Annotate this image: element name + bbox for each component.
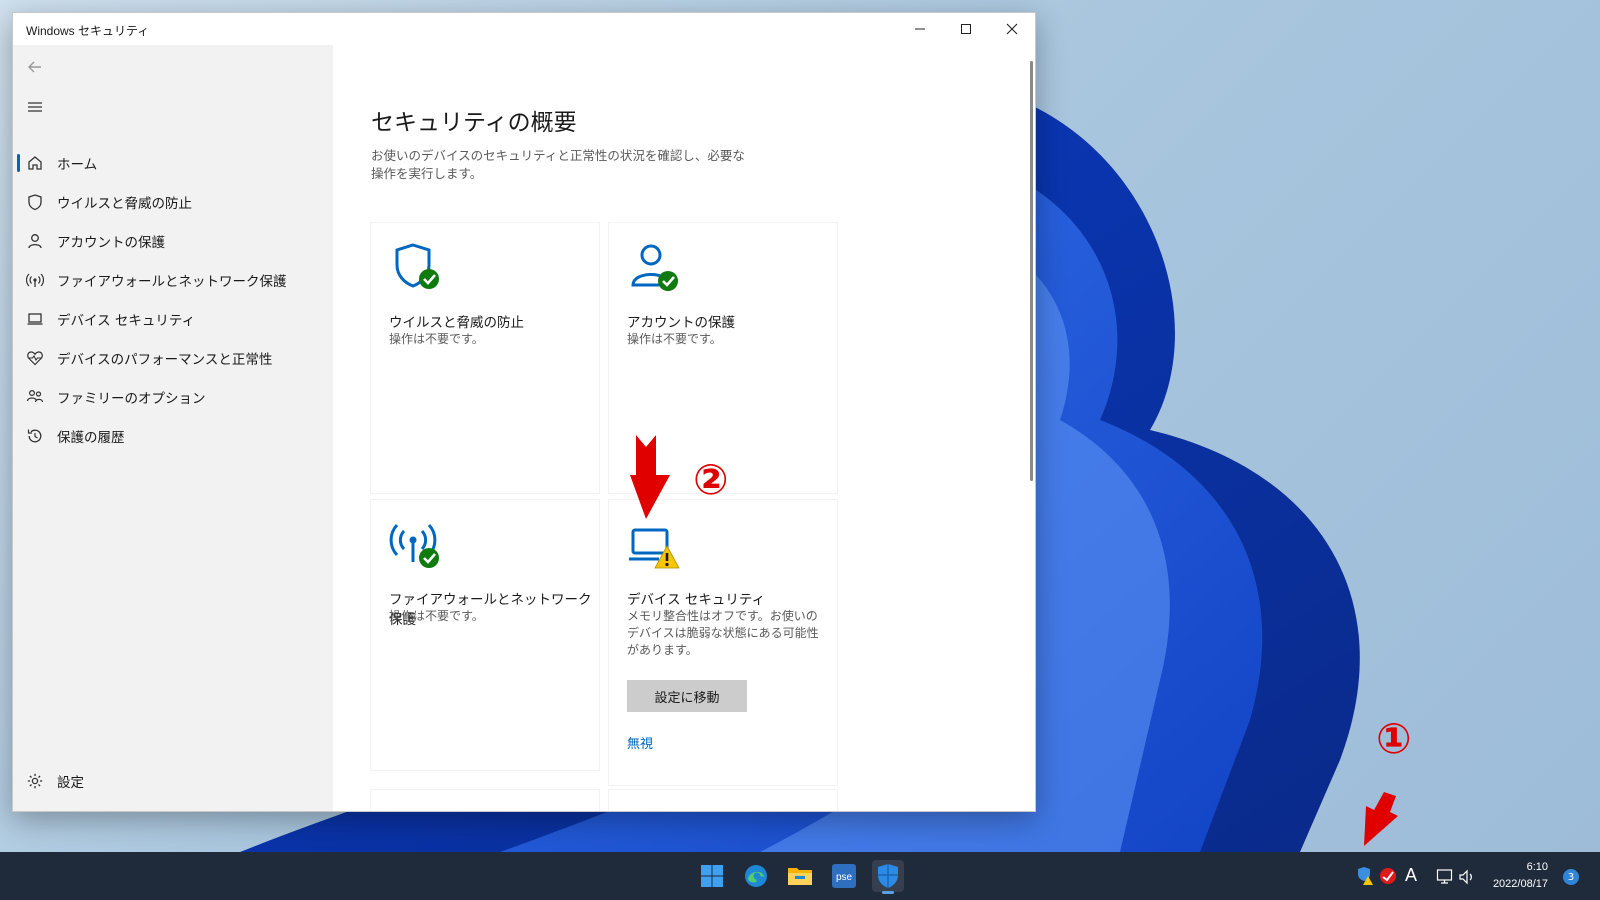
annotation-arrow-icon (1364, 792, 1398, 846)
laptop-icon (25, 309, 45, 329)
family-icon (25, 387, 45, 407)
antenna-icon (25, 270, 45, 290)
title-bar: Windows セキュリティ (13, 13, 1035, 45)
card-status: メモリ整合性はオフです。お使いのデバイスは脆弱な状態にある可能性があります。 (627, 609, 819, 657)
family-person-icon (627, 808, 683, 812)
scrollbar[interactable] (1030, 61, 1033, 481)
sidebar-item-label: デバイス セキュリティ (57, 313, 196, 329)
main-content: セキュリティの概要 お使いのデバイスのセキュリティと正常性の状況を確認し、必要な… (333, 45, 1035, 811)
windows-security-icon (878, 864, 898, 888)
sidebar-item-home[interactable]: ホーム (17, 145, 327, 181)
tray-security-warning-icon[interactable] (1356, 866, 1374, 886)
page-title: セキュリティの概要 (371, 110, 577, 136)
history-icon (25, 426, 45, 446)
clock-time: 6:10 (1526, 861, 1548, 873)
file-explorer-icon (788, 868, 812, 885)
close-icon (1006, 23, 1018, 35)
card-family-options[interactable] (609, 790, 837, 812)
card-status: 操作は不要です。 (389, 609, 484, 623)
start-button[interactable] (696, 860, 728, 892)
volume-icon[interactable] (1458, 868, 1476, 886)
annotation-arrow-down-icon (630, 435, 670, 519)
minimize-button[interactable] (897, 13, 943, 45)
hamburger-icon (28, 102, 42, 112)
card-title: アカウントの保護 (627, 315, 735, 331)
card-status: 操作は不要です。 (627, 332, 722, 346)
sidebar-item-label: アカウントの保護 (57, 235, 165, 251)
antenna-check-icon (389, 523, 439, 568)
shield-check-icon (395, 243, 439, 289)
card-device-performance[interactable] (371, 790, 599, 812)
sidebar-item-device-security[interactable]: デバイス セキュリティ (17, 301, 327, 337)
annotation-step-1: ① (1376, 714, 1412, 763)
edge-icon (745, 865, 767, 887)
card-status: 操作は不要です。 (389, 332, 484, 346)
shield-icon (25, 192, 45, 212)
sidebar-item-family-options[interactable]: ファミリーのオプション (17, 379, 327, 415)
annotation-step-2: ② (693, 455, 729, 504)
gear-icon (25, 771, 45, 791)
maximize-button[interactable] (943, 13, 989, 45)
sidebar-item-device-performance[interactable]: デバイスのパフォーマンスと正常性 (17, 340, 327, 376)
ignore-link[interactable]: 無視 (627, 733, 653, 752)
card-firewall[interactable]: ファイアウォールとネットワーク保護 操作は不要です。 (371, 500, 599, 770)
taskbar: pse A 6:10 2022/08/17 3 (0, 852, 1600, 900)
clock-date: 2022/08/17 (1492, 878, 1548, 890)
notification-badge[interactable]: 3 (1563, 869, 1579, 885)
svg-text:pse: pse (836, 872, 853, 883)
menu-button[interactable] (23, 95, 47, 119)
heart-icon (389, 808, 445, 812)
window-title: Windows セキュリティ (26, 24, 150, 38)
taskbar-photoshop-elements[interactable]: pse (828, 860, 860, 892)
card-virus-protection[interactable]: ウイルスと脅威の防止 操作は不要です。 (371, 223, 599, 493)
sidebar-item-label: ホーム (57, 157, 98, 173)
sidebar-item-virus-protection[interactable]: ウイルスと脅威の防止 (17, 184, 327, 220)
go-to-settings-button[interactable]: 設定に移動 (627, 680, 747, 712)
windows-security-window: Windows セキュリティ ホーム ウイルスと脅威の防止 アカウントの保護 フ… (12, 12, 1036, 812)
sidebar-item-label: デバイスのパフォーマンスと正常性 (57, 352, 273, 368)
photoshop-elements-icon: pse (832, 864, 856, 888)
back-button[interactable] (23, 55, 47, 79)
taskbar-windows-security[interactable] (872, 860, 904, 894)
taskbar-edge[interactable] (740, 860, 772, 892)
taskbar-file-explorer[interactable] (784, 860, 816, 892)
back-arrow-icon (28, 61, 41, 73)
sidebar-item-protection-history[interactable]: 保護の履歴 (17, 418, 327, 454)
laptop-warning-icon (629, 528, 680, 569)
sidebar: ホーム ウイルスと脅威の防止 アカウントの保護 ファイアウォールとネットワーク保… (13, 45, 333, 811)
maximize-icon (961, 24, 971, 34)
ime-indicator[interactable]: A (1405, 865, 1417, 886)
sidebar-item-account-protection[interactable]: アカウントの保護 (17, 223, 327, 259)
card-title: デバイス セキュリティ (627, 592, 766, 608)
sidebar-item-firewall[interactable]: ファイアウォールとネットワーク保護 (17, 262, 327, 298)
sidebar-item-label: ファミリーのオプション (57, 391, 206, 407)
person-icon (25, 231, 45, 251)
page-description: お使いのデバイスのセキュリティと正常性の状況を確認し、必要な操作を実行します。 (371, 148, 745, 181)
network-icon[interactable] (1436, 868, 1456, 886)
person-check-icon (631, 244, 678, 291)
minimize-icon (915, 28, 925, 30)
card-device-security[interactable]: デバイス セキュリティ メモリ整合性はオフです。お使いのデバイスは脆弱な状態にあ… (609, 500, 837, 785)
sidebar-item-label: 保護の履歴 (57, 430, 125, 446)
card-title: ウイルスと脅威の防止 (389, 315, 524, 331)
heart-pulse-icon (25, 348, 45, 368)
windows-start-icon (701, 865, 723, 887)
settings-label: 設定 (57, 775, 84, 791)
tray-antivirus-icon[interactable] (1378, 866, 1398, 886)
sidebar-item-settings[interactable]: 設定 (17, 763, 327, 799)
sidebar-item-label: ファイアウォールとネットワーク保護 (57, 274, 287, 290)
home-icon (25, 153, 45, 173)
sidebar-item-label: ウイルスと脅威の防止 (57, 196, 192, 212)
close-button[interactable] (989, 13, 1035, 45)
